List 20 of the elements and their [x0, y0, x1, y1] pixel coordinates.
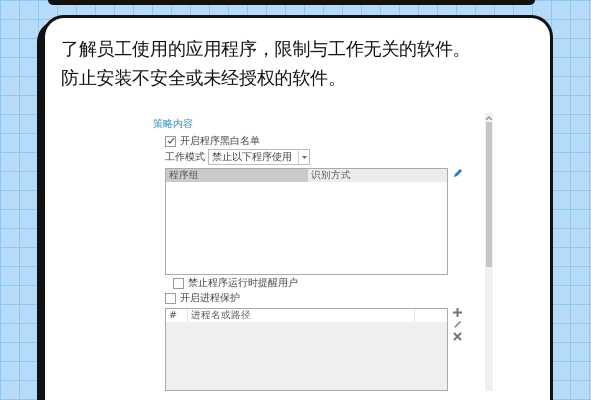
pencil-icon[interactable]: [453, 320, 462, 329]
mode-dropdown[interactable]: 禁止以下程序使用: [208, 149, 310, 165]
intro-text: 防止安装不安全或未经授权的软件。: [61, 67, 346, 91]
checkbox-label: 禁止程序运行时提醒用户: [188, 276, 298, 290]
checkbox[interactable]: [165, 136, 176, 146]
caret-icon: [302, 156, 306, 158]
checkbox-label: 开启进程保护: [180, 292, 240, 305]
plus-icon[interactable]: [453, 308, 462, 317]
checkbox-label: 开启程序黑白名单: [180, 134, 260, 148]
intro-text: 了解员工使用的应用程序，限制与工作无关的软件。: [61, 38, 470, 62]
column-header[interactable]: 识别方式: [308, 169, 447, 182]
column-header[interactable]: 程序组: [166, 169, 308, 182]
delete-icon[interactable]: [453, 332, 462, 341]
scrollbar[interactable]: [485, 113, 493, 391]
checkbox[interactable]: [165, 292, 176, 304]
field-label: 工作模式: [165, 150, 205, 164]
section-title: 策略内容: [153, 118, 193, 131]
pencil-icon[interactable]: [453, 169, 462, 178]
checkbox[interactable]: [173, 278, 184, 288]
column-header[interactable]: 进程名或路径: [188, 309, 415, 322]
